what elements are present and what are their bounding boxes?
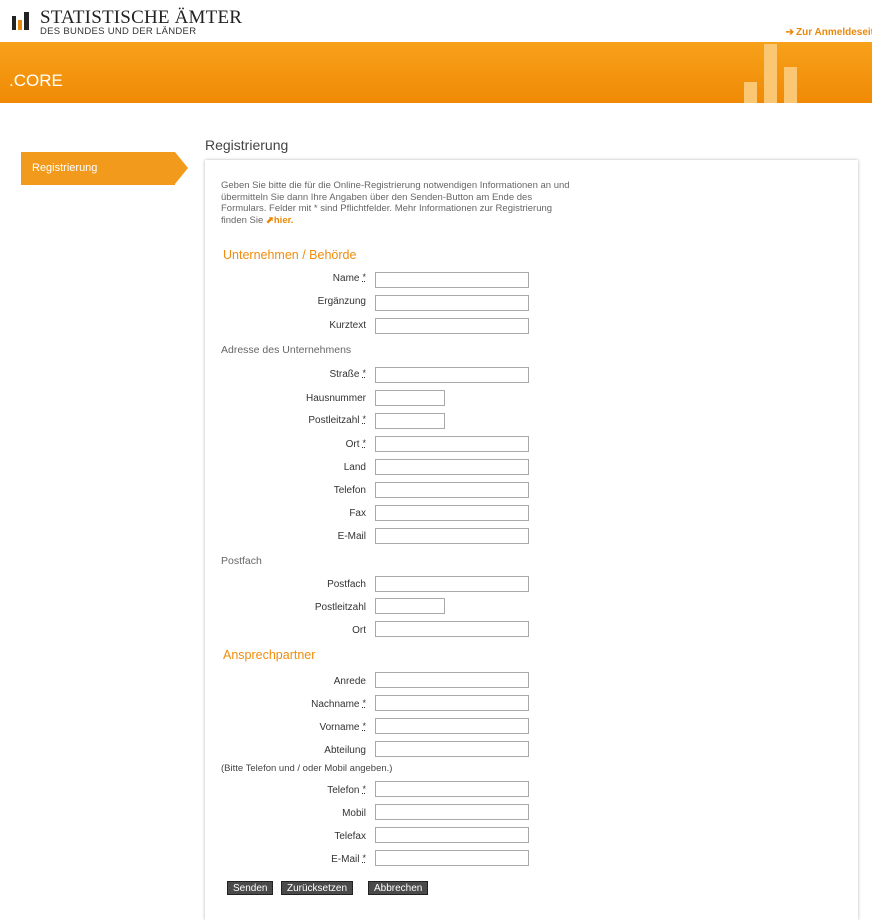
telefon-input[interactable] — [375, 482, 529, 498]
intro-line: übermitteln Sie dann Ihre Angaben über d… — [221, 191, 533, 203]
sidebar-item-registrierung[interactable]: Registrierung — [21, 152, 188, 185]
postfach-ort-label: Ort — [352, 625, 366, 636]
external-link-icon: ⬈ — [265, 214, 274, 226]
telefax-input[interactable] — [375, 827, 529, 843]
mobil-label: Mobil — [342, 808, 366, 819]
header: STATISTISCHE ÄMTER DES BUNDES UND DER LÄ… — [0, 0, 872, 42]
intro-line-prefix: finden Sie — [221, 214, 266, 226]
strasse-label-text: Straße — [329, 369, 360, 380]
ergaenzung-input[interactable] — [375, 295, 529, 311]
banner-bar-graphic — [744, 82, 757, 103]
fax-label: Fax — [349, 508, 366, 519]
cp-telefon-label: Telefon * — [66, 784, 366, 796]
login-page-link-label: Zur Anmeldeseit — [796, 27, 872, 38]
required-marker: * — [362, 698, 366, 708]
section-contact-heading: Ansprechpartner — [223, 648, 316, 662]
cp-email-label: E-Mail * — [66, 853, 366, 865]
required-marker: * — [362, 414, 366, 424]
ergaenzung-label: Ergänzung — [317, 296, 366, 307]
logo-bars-icon — [12, 12, 32, 30]
banner-bar-graphic — [784, 67, 797, 103]
required-marker: * — [362, 721, 366, 731]
name-label: Name * — [66, 272, 366, 284]
strasse-label: Straße * — [66, 368, 366, 380]
sidebar-item-label: Registrierung — [32, 162, 98, 174]
logo-subtitle: DES BUNDES UND DER LÄNDER — [40, 26, 197, 37]
contact-phone-note: (Bitte Telefon und / oder Mobil angeben.… — [221, 763, 393, 774]
cp-telefon-input[interactable] — [375, 781, 529, 797]
ort-input[interactable] — [375, 436, 529, 452]
postfach-ort-input[interactable] — [375, 621, 529, 637]
land-input[interactable] — [375, 459, 529, 475]
email-input[interactable] — [375, 528, 529, 544]
ort-label: Ort * — [66, 438, 366, 450]
anrede-label: Anrede — [333, 676, 366, 687]
postfach-plz-input[interactable] — [375, 598, 445, 614]
kurztext-input[interactable] — [375, 318, 529, 334]
required-marker: * — [362, 368, 366, 378]
banner-bar-graphic — [764, 44, 777, 103]
plz-label: Postleitzahl * — [66, 414, 366, 426]
login-page-link[interactable]: ➔ Zur Anmeldeseit — [786, 27, 872, 38]
hausnummer-input[interactable] — [375, 390, 445, 406]
required-marker: * — [362, 272, 366, 282]
postfach-input[interactable] — [375, 576, 529, 592]
strasse-input[interactable] — [375, 367, 529, 383]
vorname-input[interactable] — [375, 718, 529, 734]
plz-input[interactable] — [375, 413, 445, 429]
fax-input[interactable] — [375, 505, 529, 521]
banner: .CORE — [0, 42, 872, 103]
section-postbox-heading: Postfach — [221, 555, 262, 567]
vorname-label: Vorname * — [66, 721, 366, 733]
anrede-input[interactable] — [375, 672, 529, 688]
name-label-text: Name — [332, 273, 360, 284]
abteilung-label: Abteilung — [324, 745, 366, 756]
name-input[interactable] — [375, 272, 529, 288]
abteilung-input[interactable] — [375, 741, 529, 757]
section-address-heading: Adresse des Unternehmens — [221, 344, 352, 356]
logo-title: STATISTISCHE ÄMTER — [40, 7, 243, 28]
intro-line: Formulars. Felder mit * sind Pflichtfeld… — [221, 203, 553, 214]
required-marker: * — [362, 438, 366, 448]
hausnummer-label: Hausnummer — [305, 393, 366, 404]
cp-email-input[interactable] — [375, 850, 529, 866]
info-link[interactable]: ⬈hier. — [266, 215, 294, 226]
nachname-input[interactable] — [375, 695, 529, 711]
intro-line: Geben Sie bitte die für die Online-Regis… — [221, 180, 570, 191]
cp-email-label-text: E-Mail — [331, 854, 360, 865]
postfach-plz-label: Postleitzahl — [314, 602, 366, 613]
active-arrow-icon — [175, 152, 188, 184]
required-marker: * — [362, 784, 366, 794]
arrow-right-icon: ➔ — [785, 27, 795, 38]
plz-label-text: Postleitzahl — [308, 415, 360, 426]
info-link-label: hier. — [273, 214, 294, 226]
section-company-heading: Unternehmen / Behörde — [223, 248, 357, 262]
intro-line: finden Sie ⬈hier. — [221, 215, 621, 227]
app-title: .CORE — [9, 71, 63, 90]
page-title: Registrierung — [205, 137, 289, 153]
nachname-label-text: Nachname — [311, 699, 360, 710]
ort-label-text: Ort — [345, 439, 360, 450]
telefon-label: Telefon — [333, 485, 366, 496]
mobil-input[interactable] — [375, 804, 529, 820]
kurztext-label: Kurztext — [329, 320, 366, 331]
telefax-label: Telefax — [334, 831, 366, 842]
cp-telefon-label-text: Telefon — [327, 785, 360, 796]
intro-text: Geben Sie bitte die für die Online-Regis… — [221, 180, 621, 226]
postfach-label: Postfach — [327, 579, 366, 590]
nachname-label: Nachname * — [66, 698, 366, 710]
land-label: Land — [343, 462, 366, 473]
required-marker: * — [362, 853, 366, 863]
email-label: E-Mail — [337, 531, 366, 542]
vorname-label-text: Vorname — [319, 722, 360, 733]
